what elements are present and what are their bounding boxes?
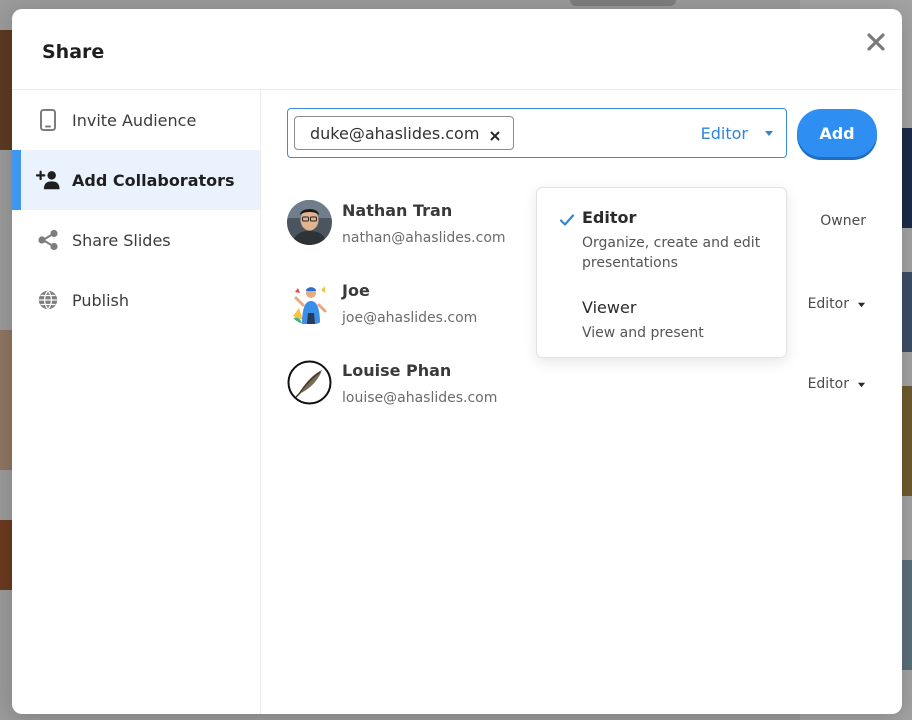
avatar	[287, 200, 332, 245]
role-option-editor[interactable]: Editor Organize, create and edit present…	[537, 188, 786, 280]
caret-down-icon	[765, 131, 773, 136]
collaborator-name: Joe	[342, 281, 370, 300]
avatar	[287, 280, 332, 325]
share-modal: Share Invite Audience Add Collaborators …	[12, 9, 902, 714]
role-option-label: Editor	[582, 208, 637, 227]
collaborator-name: Nathan Tran	[342, 201, 453, 220]
collaborator-role-select[interactable]: Editor	[808, 376, 866, 392]
collaborator-email: joe@ahaslides.com	[342, 310, 478, 326]
backdrop-tab	[570, 0, 676, 6]
globe-icon	[36, 288, 60, 312]
sidebar-item-label: Add Collaborators	[72, 170, 235, 190]
collaborator-email: louise@ahaslides.com	[342, 390, 498, 406]
caret-down-icon	[857, 302, 866, 307]
add-user-icon	[36, 168, 60, 192]
sidebar-item-invite-audience[interactable]: Invite Audience	[12, 90, 260, 150]
role-option-viewer[interactable]: Viewer View and present	[537, 284, 786, 356]
modal-header: Share	[12, 9, 902, 90]
sidebar-item-add-collaborators[interactable]: Add Collaborators	[12, 150, 260, 210]
role-option-label: Viewer	[582, 298, 637, 317]
role-dropdown-menu: Editor Organize, create and edit present…	[536, 187, 787, 358]
collaborator-role-select[interactable]: Editor	[808, 296, 866, 312]
modal-title: Share	[42, 41, 105, 63]
email-chip-label: duke@ahaslides.com	[310, 123, 480, 143]
collaborator-role: Owner	[820, 213, 866, 229]
role-option-description: Organize, create and edit presentations	[582, 235, 761, 271]
collaborator-role-label: Editor	[807, 376, 849, 392]
role-select[interactable]: Editor	[701, 109, 774, 157]
sidebar-item-label: Invite Audience	[72, 110, 197, 130]
share-icon	[36, 228, 60, 252]
invite-email-input[interactable]: duke@ahaslides.com Editor	[287, 108, 787, 158]
close-button[interactable]	[864, 30, 888, 54]
close-icon	[490, 131, 500, 141]
collaborator-email: nathan@ahaslides.com	[342, 230, 506, 246]
avatar	[287, 360, 332, 405]
remove-chip-button[interactable]	[489, 127, 501, 141]
sidebar-item-label: Publish	[72, 290, 130, 310]
close-icon	[867, 33, 885, 51]
sidebar-item-label: Share Slides	[72, 230, 171, 250]
collaborator-role-label: Editor	[807, 296, 849, 312]
phone-icon	[36, 108, 60, 132]
role-select-value: Editor	[700, 123, 748, 143]
check-icon	[559, 214, 575, 226]
add-button[interactable]: Add	[797, 109, 877, 157]
share-sidebar: Invite Audience Add Collaborators Share …	[12, 90, 261, 714]
collaborator-name: Louise Phan	[342, 361, 452, 380]
role-option-description: View and present	[582, 325, 704, 341]
sidebar-item-share-slides[interactable]: Share Slides	[12, 210, 260, 270]
email-chip: duke@ahaslides.com	[294, 116, 515, 150]
caret-down-icon	[857, 382, 866, 387]
collaborator-role-label: Owner	[820, 213, 866, 229]
sidebar-item-publish[interactable]: Publish	[12, 270, 260, 330]
collaborators-panel: duke@ahaslides.com Editor Add Nathan Tra…	[262, 90, 902, 714]
collaborator-row: Louise Phan louise@ahaslides.com Editor	[287, 360, 882, 420]
